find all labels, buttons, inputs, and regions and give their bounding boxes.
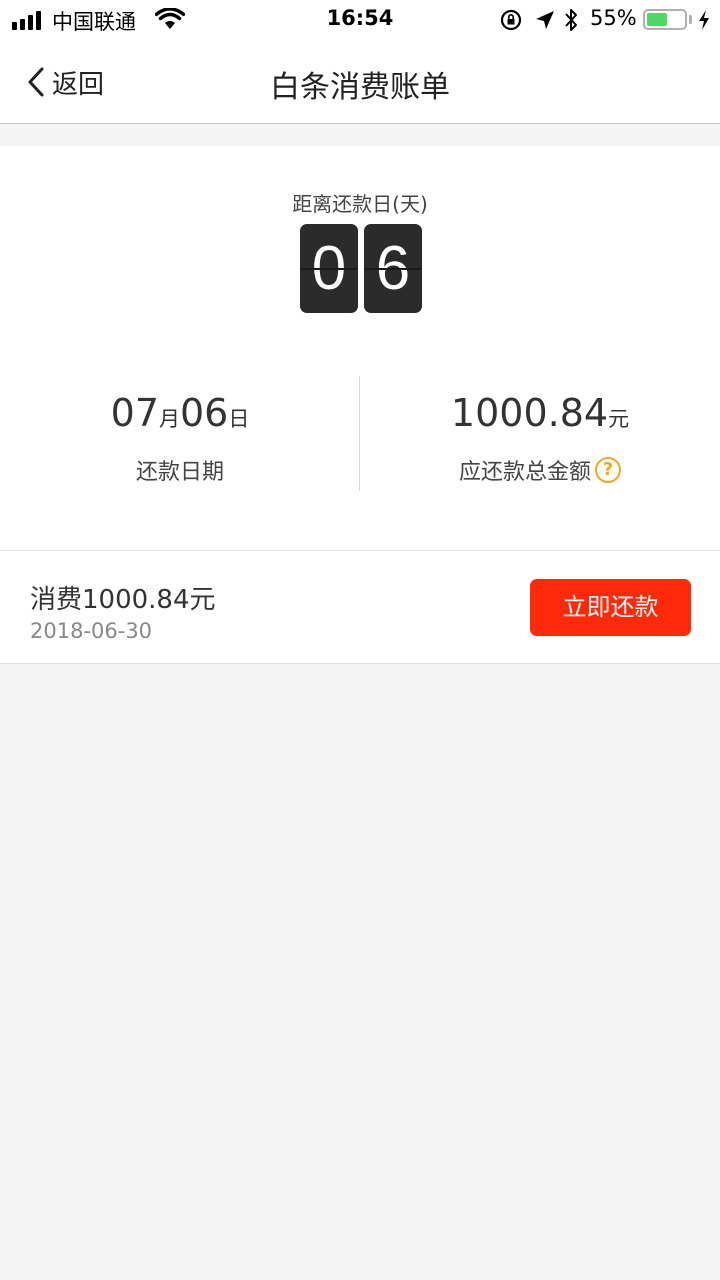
- month-unit: 月: [159, 407, 180, 431]
- bluetooth-icon: [565, 9, 577, 31]
- amount-unit: 元: [608, 407, 630, 431]
- total-amount-block: 1000.84元 应还款总金额 ?: [360, 386, 720, 486]
- charging-bolt-icon: [699, 10, 709, 30]
- due-day: 06: [180, 391, 229, 435]
- total-amount-label: 应还款总金额: [458, 460, 591, 485]
- due-month: 07: [110, 391, 159, 435]
- countdown-digits: 0 6: [300, 224, 422, 314]
- pay-now-button[interactable]: 立即还款: [530, 579, 691, 636]
- countdown-caption: 距离还款日(天): [292, 192, 428, 216]
- bill-record-row: 消费1000.84元 2018-06-30 立即还款: [0, 550, 720, 664]
- countdown-digit-ones: 6: [364, 224, 422, 313]
- due-date-block: 07月06日 还款日期: [0, 386, 360, 486]
- due-date-label: 还款日期: [135, 460, 224, 485]
- day-unit: 日: [228, 407, 250, 431]
- total-amount-value: 1000.84元: [360, 386, 720, 440]
- navigation-bar: 返回 白条消费账单: [0, 40, 720, 124]
- battery-tip: [689, 15, 692, 24]
- total-amount-label-row: 应还款总金额 ?: [360, 454, 720, 486]
- location-icon: [536, 11, 554, 29]
- status-bar: 中国联通 16:54 55%: [0, 0, 720, 40]
- page-title: 白条消费账单: [270, 70, 450, 105]
- question-circle-icon[interactable]: ?: [595, 457, 621, 483]
- record-date: 2018-06-30: [30, 619, 153, 643]
- bill-summary-card: 距离还款日(天) 0 6 07月06日 还款日期 1000.84元 应还款总金额…: [0, 146, 720, 550]
- due-date-value: 07月06日: [0, 386, 360, 440]
- orientation-lock-icon: [500, 9, 522, 31]
- battery-level: [647, 13, 667, 26]
- battery-percent: 55%: [590, 6, 637, 30]
- total-amount: 1000.84: [450, 391, 609, 435]
- record-title: 消费1000.84元: [30, 585, 216, 615]
- battery-icon: [643, 9, 687, 30]
- countdown-digit-tens: 0: [300, 224, 358, 313]
